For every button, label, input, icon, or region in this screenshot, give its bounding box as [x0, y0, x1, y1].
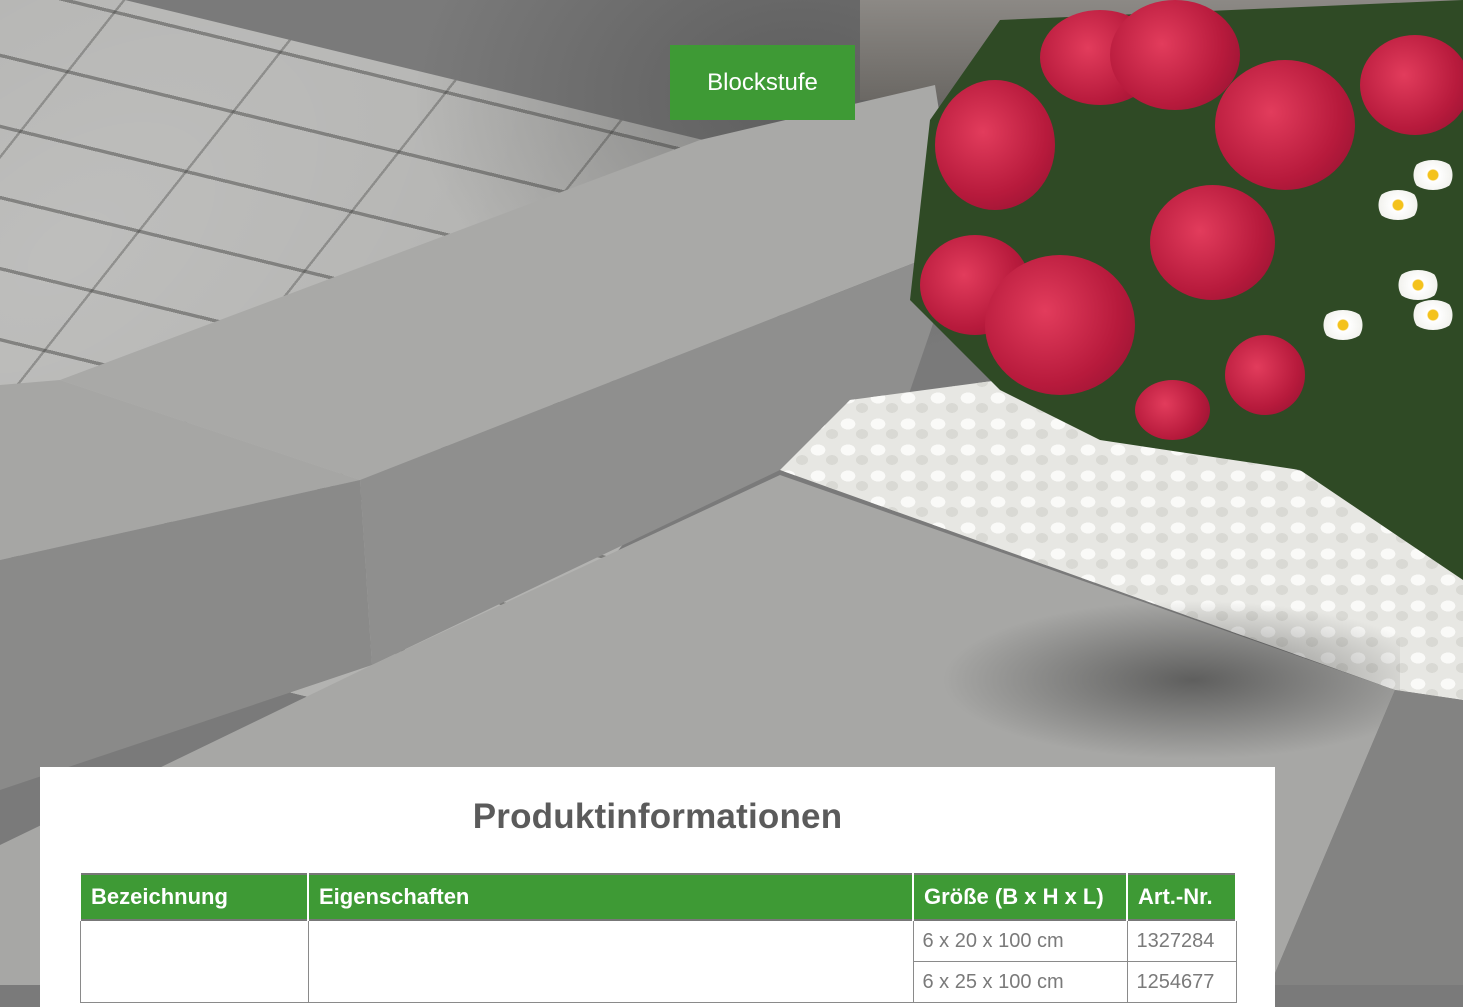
hydrangea-bloom: [935, 80, 1055, 210]
hydrangea-bloom: [1225, 335, 1305, 415]
cell-size: 6 x 20 x 100 cm: [912, 919, 1128, 962]
product-info-table: Bezeichnung Eigenschaften Größe (B x H x…: [79, 873, 1237, 1003]
daisy-flower: [1320, 310, 1366, 340]
daisy-flower: [1395, 270, 1441, 300]
column-header-bezeichnung: Bezeichnung: [79, 874, 309, 920]
hydrangea-bloom: [985, 255, 1135, 395]
cell-art-nr: 1254677: [1126, 961, 1237, 1003]
cell-bezeichnung: [79, 919, 309, 1003]
hydrangea-bloom: [1150, 185, 1275, 300]
product-info-panel: Produktinformationen Bezeichnung Eigensc…: [40, 767, 1275, 1007]
product-name-badge: Blockstufe: [670, 45, 855, 120]
column-header-groesse: Größe (B x H x L): [912, 874, 1128, 920]
daisy-flower: [1410, 160, 1456, 190]
column-header-eigenschaften: Eigenschaften: [307, 874, 914, 920]
cell-eigenschaften: [307, 919, 914, 1003]
panel-title: Produktinformationen: [472, 797, 843, 836]
leaf-shadow: [940, 600, 1400, 760]
daisy-flower: [1410, 300, 1456, 330]
daisy-flower: [1375, 190, 1421, 220]
hydrangea-bloom: [1360, 35, 1463, 135]
hydrangea-bloom: [1135, 380, 1210, 440]
cell-size: 6 x 25 x 100 cm: [912, 961, 1128, 1003]
hydrangea-bloom: [1110, 0, 1240, 110]
cell-art-nr: 1327284: [1126, 919, 1237, 962]
table-row: 6 x 20 x 100 cm 1327284: [79, 919, 1237, 1003]
hydrangea-bloom: [1215, 60, 1355, 190]
table-header-row: Bezeichnung Eigenschaften Größe (B x H x…: [79, 874, 1237, 920]
column-header-art-nr: Art.-Nr.: [1126, 874, 1237, 920]
